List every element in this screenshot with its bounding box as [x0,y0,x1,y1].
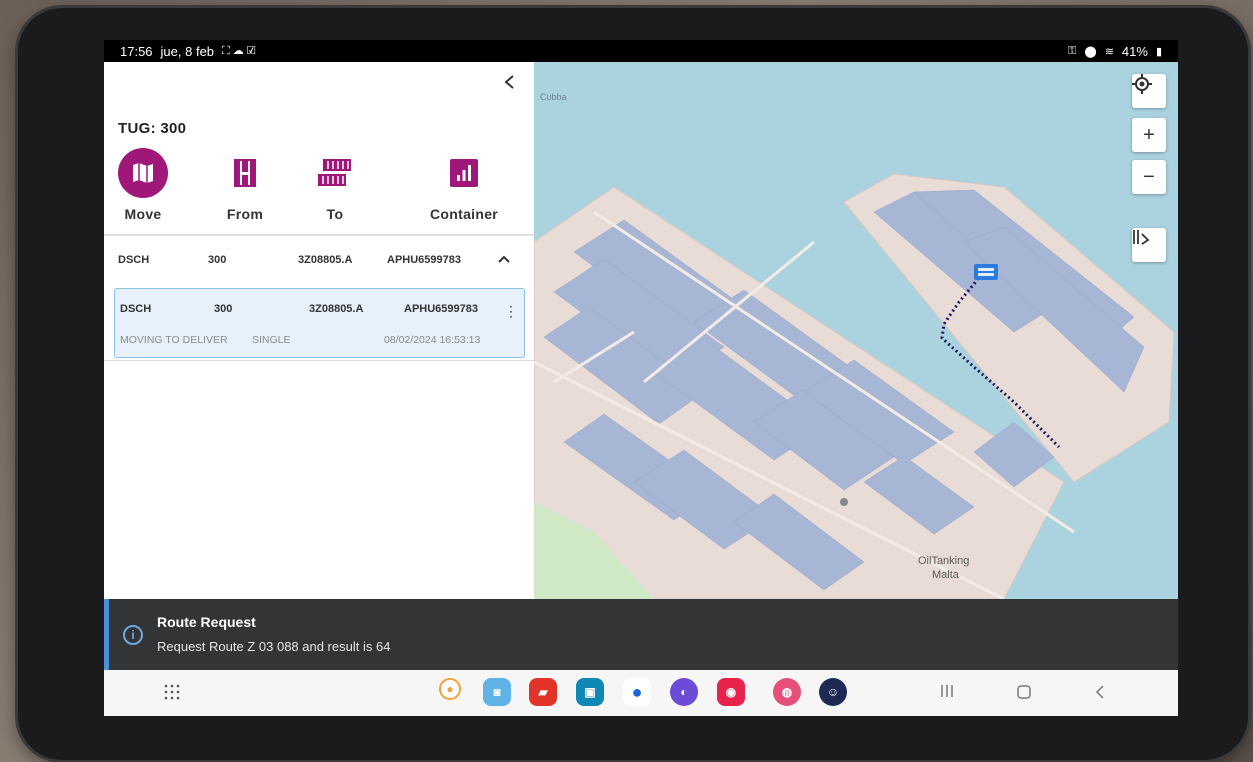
home-button[interactable] [1016,684,1032,700]
cup-icon: ◙ [483,678,511,706]
minus-icon: − [1143,165,1155,188]
dock-app-7[interactable]: ◉ [717,678,745,706]
snackbar-title: Route Request [157,614,256,630]
app-icon: ☺ [819,678,847,706]
device-screen: 17:56 jue, 8 feb ⛶ ☁ ☑ ⚿ ⬤ ≋ 41% ▮ TUG: … [104,40,1178,716]
chat-icon: ● [623,678,651,706]
layers-button[interactable] [1132,228,1166,262]
to-action[interactable]: To [310,148,360,222]
snackbar-message: Request Route Z 03 088 and result is 64 [157,639,391,654]
status-bar: 17:56 jue, 8 feb ⛶ ☁ ☑ ⚿ ⬤ ≋ 41% ▮ [104,40,1178,62]
divider [104,360,534,361]
android-navbar: ● ◙ ▰ ▣ ● ◐ ◉ ◍ ☺ [104,670,1178,716]
move-label: Move [124,206,162,222]
zoom-in-button[interactable]: + [1132,118,1166,152]
from-label: From [226,206,264,222]
card-mode: SINGLE [252,334,291,346]
card-position: 3Z08805.A [309,303,364,315]
card-tug: 300 [214,303,233,315]
info-icon: i [123,625,143,645]
container-slot-icon [220,148,270,198]
layers-icon [1133,230,1150,245]
chevron-left-icon [504,75,514,89]
job-position: 3Z08805.A [298,254,353,266]
map-canvas: Cubba OilTanking Malta [534,92,1175,599]
container-action[interactable]: Container [430,148,498,222]
move-action[interactable]: Move [118,148,168,222]
job-tug: 300 [208,254,227,266]
card-container: APHU6599783 [404,303,478,315]
to-label: To [326,206,344,222]
divider [104,234,534,236]
notification-icons: ⛶ ☁ ☑ [222,45,256,57]
zoom-out-button[interactable]: − [1132,160,1166,194]
map-label-oiltanking: OilTanking [918,555,969,567]
location-icon: ⬤ [1084,45,1097,58]
dock-app-4[interactable]: ▣ [576,678,604,706]
app-icon: ◍ [773,678,801,706]
back-button[interactable] [1094,684,1106,700]
recents-button[interactable] [940,684,954,698]
crosshair-icon [1132,74,1152,94]
map-icon [118,148,168,198]
dock-app-5[interactable]: ● [623,678,651,706]
map-label-malta: Malta [932,569,960,581]
my-location-button[interactable] [1132,74,1166,108]
container-label: Container [430,206,499,222]
home-icon [1017,685,1031,699]
job-header-row[interactable]: DSCH 300 3Z08805.A APHU6599783 [104,242,534,278]
job-card[interactable]: DSCH 300 3Z08805.A APHU6599783 ⋮ MOVING … [114,288,525,358]
calendar-icon: ▣ [576,678,604,706]
recents-icon [941,685,953,697]
plus-icon: + [1143,123,1155,146]
map-label-cubba: Cubba [540,92,567,102]
battery-level: 41% [1121,43,1148,59]
status-date: jue, 8 feb [160,43,215,59]
action-bar: Move From To Container [104,148,534,228]
key-icon: ⚿ [1068,44,1077,57]
dock-app-8[interactable]: ◍ [773,678,801,706]
dock-app-9[interactable]: ☺ [819,678,847,706]
back-icon [1095,685,1104,699]
wifi-icon: ≋ [1104,45,1114,58]
chevron-up-icon[interactable] [498,250,510,266]
job-container: APHU6599783 [387,254,461,266]
from-action[interactable]: From [220,148,270,222]
tug-marker [974,264,998,280]
port-map[interactable]: Cubba OilTanking Malta + − [534,62,1178,599]
status-time: 17:56 [120,43,153,59]
app-icon: ● [439,678,461,700]
dock-app-6[interactable]: ◐ [670,678,698,706]
battery-icon: ▮ [1155,45,1162,58]
notes-icon: ▰ [529,678,557,706]
route-request-snackbar: i Route Request Request Route Z 03 088 a… [104,599,1178,670]
card-status: MOVING TO DELIVER [120,334,228,346]
dock-app-1[interactable]: ● [439,678,461,700]
job-type: DSCH [118,254,150,266]
tug-title: TUG: 300 [118,120,187,137]
dock-app-2[interactable]: ◙ [483,678,511,706]
more-options-icon[interactable]: ⋮ [504,303,518,320]
bar-chart-icon [439,148,489,198]
grid-icon [164,684,180,700]
card-type: DSCH [120,303,152,315]
job-panel: TUG: 300 Move From To Container DSCH 300… [104,62,534,599]
card-timestamp: 08/02/2024 16:53:13 [384,334,481,346]
camera-icon: ◉ [717,678,745,706]
app-drawer-button[interactable] [164,684,180,700]
container-stack-icon [310,148,360,198]
dock-app-3[interactable]: ▰ [529,678,557,706]
internet-icon: ◐ [670,678,698,706]
collapse-panel-button[interactable] [498,70,522,94]
